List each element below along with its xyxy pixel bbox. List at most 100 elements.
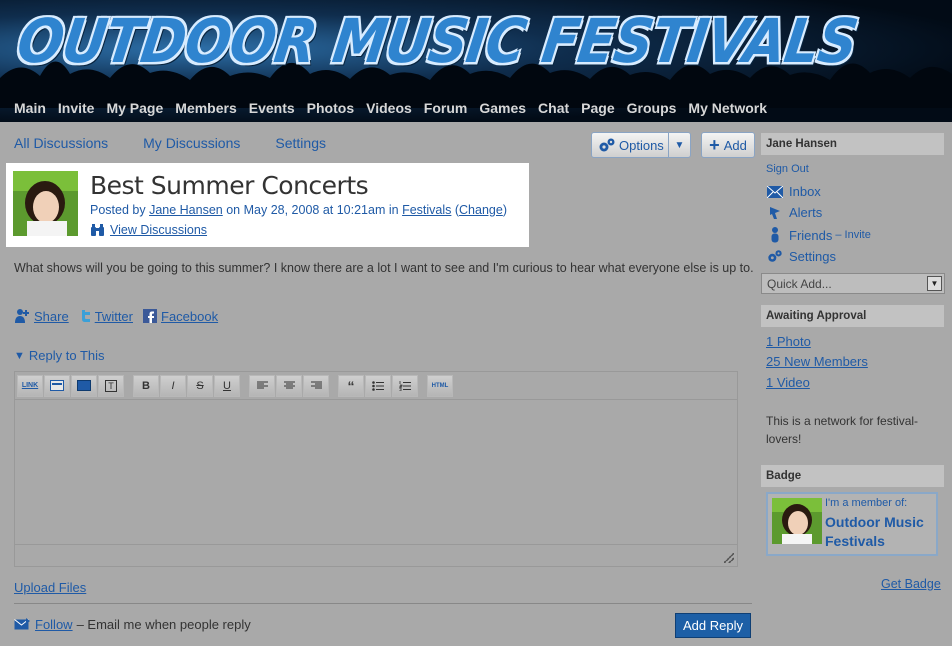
- upload-files-link[interactable]: Upload Files: [14, 580, 86, 595]
- underline-icon: U: [223, 379, 231, 392]
- friends-invite-link[interactable]: – Invite: [835, 229, 870, 241]
- quick-add-value: Quick Add...: [767, 276, 832, 291]
- options-button[interactable]: Options ▼: [591, 132, 691, 158]
- underline-button[interactable]: U: [214, 374, 240, 397]
- nav-events[interactable]: Events: [249, 100, 295, 116]
- post-meta: Posted by Jane Hansen on May 28, 2008 at…: [90, 203, 507, 217]
- nav-page[interactable]: Page: [581, 100, 614, 116]
- badge-member-of: I'm a member of:: [825, 497, 908, 509]
- add-button[interactable]: + Add: [701, 132, 755, 158]
- nav-games[interactable]: Games: [479, 100, 526, 116]
- numbered-list-icon: [399, 380, 411, 391]
- approval-video-link[interactable]: 1 Video: [766, 375, 810, 390]
- insert-image-button[interactable]: [44, 374, 70, 397]
- author-avatar[interactable]: [13, 171, 78, 236]
- editor-status-bar: [15, 544, 737, 566]
- user-name-heading: Jane Hansen: [761, 133, 944, 155]
- friends-item[interactable]: Friends – Invite: [767, 227, 871, 243]
- align-center-button[interactable]: [276, 374, 302, 397]
- alerts-label: Alerts: [789, 205, 823, 220]
- inbox-item[interactable]: Inbox: [767, 184, 821, 199]
- discussion-subnav: All Discussions My Discussions Settings: [14, 135, 361, 151]
- align-left-icon: [256, 381, 268, 389]
- author-link[interactable]: Jane Hansen: [149, 203, 223, 217]
- alert-flag-icon: [770, 206, 780, 219]
- person-icon: [771, 227, 779, 243]
- post-title: Best Summer Concerts: [90, 171, 369, 200]
- nav-groups[interactable]: Groups: [627, 100, 677, 116]
- my-discussions-link[interactable]: My Discussions: [143, 135, 240, 151]
- editor-toolbar: LINK T B I S U “ HTML: [15, 372, 737, 400]
- insert-video-button[interactable]: [71, 374, 97, 397]
- bulleted-list-icon: [372, 380, 384, 391]
- approval-photo-link[interactable]: 1 Photo: [766, 334, 811, 349]
- share-link[interactable]: Share: [34, 309, 69, 324]
- chevron-down-icon[interactable]: ▼: [668, 133, 690, 157]
- reply-textarea[interactable]: [15, 401, 737, 544]
- sign-out-link[interactable]: Sign Out: [766, 163, 809, 175]
- align-center-icon: [283, 381, 295, 389]
- follow-link[interactable]: Follow: [35, 617, 73, 632]
- alerts-item[interactable]: Alerts: [767, 205, 822, 220]
- quote-icon: “: [347, 377, 355, 394]
- share-row: Share Twitter Facebook: [14, 308, 228, 324]
- blockquote-button[interactable]: “: [338, 374, 364, 397]
- link-button[interactable]: LINK: [17, 374, 43, 397]
- italic-button[interactable]: I: [160, 374, 186, 397]
- insert-text-button[interactable]: T: [98, 374, 124, 397]
- share-icon: [15, 309, 29, 323]
- bulleted-list-button[interactable]: [365, 374, 391, 397]
- bold-button[interactable]: B: [133, 374, 159, 397]
- gears-icon: [599, 138, 615, 152]
- post-header-card: Best Summer Concerts Posted by Jane Hans…: [6, 163, 529, 247]
- all-discussions-link[interactable]: All Discussions: [14, 135, 108, 151]
- text-box-icon: T: [105, 379, 117, 392]
- video-icon: [77, 380, 91, 391]
- add-reply-button[interactable]: Add Reply: [675, 613, 751, 638]
- quick-add-select[interactable]: Quick Add... ▼: [761, 273, 945, 294]
- resize-grip-icon[interactable]: [724, 553, 734, 563]
- change-category-link[interactable]: Change: [459, 203, 503, 217]
- posted-by-label: Posted by: [90, 203, 146, 217]
- site-title-logo[interactable]: OUTDOOR MUSIC FESTIVALS: [13, 6, 861, 77]
- html-mode-button[interactable]: HTML: [427, 374, 453, 397]
- settings-item[interactable]: Settings: [767, 248, 836, 264]
- align-right-button[interactable]: [303, 374, 329, 397]
- facebook-link[interactable]: Facebook: [161, 309, 218, 324]
- awaiting-approval-heading: Awaiting Approval: [761, 305, 944, 327]
- nav-main[interactable]: Main: [14, 100, 46, 116]
- site-header: OUTDOOR MUSIC FESTIVALS Main Invite My P…: [0, 0, 952, 122]
- numbered-list-button[interactable]: [392, 374, 418, 397]
- view-discussions-link[interactable]: View Discussions: [110, 223, 207, 237]
- link-button-label: LINK: [21, 382, 39, 389]
- get-badge-link[interactable]: Get Badge: [881, 577, 941, 591]
- strikethrough-button[interactable]: S: [187, 374, 213, 397]
- bold-icon: B: [142, 379, 150, 392]
- nav-my-page[interactable]: My Page: [106, 100, 163, 116]
- facebook-icon: [143, 309, 157, 323]
- nav-invite[interactable]: Invite: [58, 100, 95, 116]
- category-link[interactable]: Festivals: [402, 203, 451, 217]
- strikethrough-icon: S: [196, 379, 204, 392]
- nav-my-network[interactable]: My Network: [688, 100, 767, 116]
- nav-members[interactable]: Members: [175, 100, 236, 116]
- nav-photos[interactable]: Photos: [307, 100, 354, 116]
- reply-toggle[interactable]: ▼ Reply to This: [14, 348, 105, 363]
- align-right-icon: [310, 381, 322, 389]
- follow-row: Follow – Email me when people reply: [14, 617, 251, 632]
- italic-icon: I: [171, 379, 175, 392]
- reply-heading: Reply to This: [28, 348, 105, 363]
- image-icon: [50, 380, 64, 391]
- inbox-label: Inbox: [789, 184, 821, 199]
- approval-members-link[interactable]: 25 New Members: [766, 354, 868, 369]
- twitter-link[interactable]: Twitter: [95, 309, 133, 324]
- settings-link[interactable]: Settings: [275, 135, 326, 151]
- align-left-button[interactable]: [249, 374, 275, 397]
- nav-chat[interactable]: Chat: [538, 100, 569, 116]
- badge-avatar: [772, 498, 822, 544]
- member-badge[interactable]: I'm a member of: Outdoor Music Festivals: [766, 492, 938, 556]
- network-description: This is a network for festival-lovers!: [766, 414, 919, 446]
- nav-forum[interactable]: Forum: [424, 100, 468, 116]
- nav-videos[interactable]: Videos: [366, 100, 412, 116]
- dropdown-arrow-icon[interactable]: ▼: [927, 276, 942, 291]
